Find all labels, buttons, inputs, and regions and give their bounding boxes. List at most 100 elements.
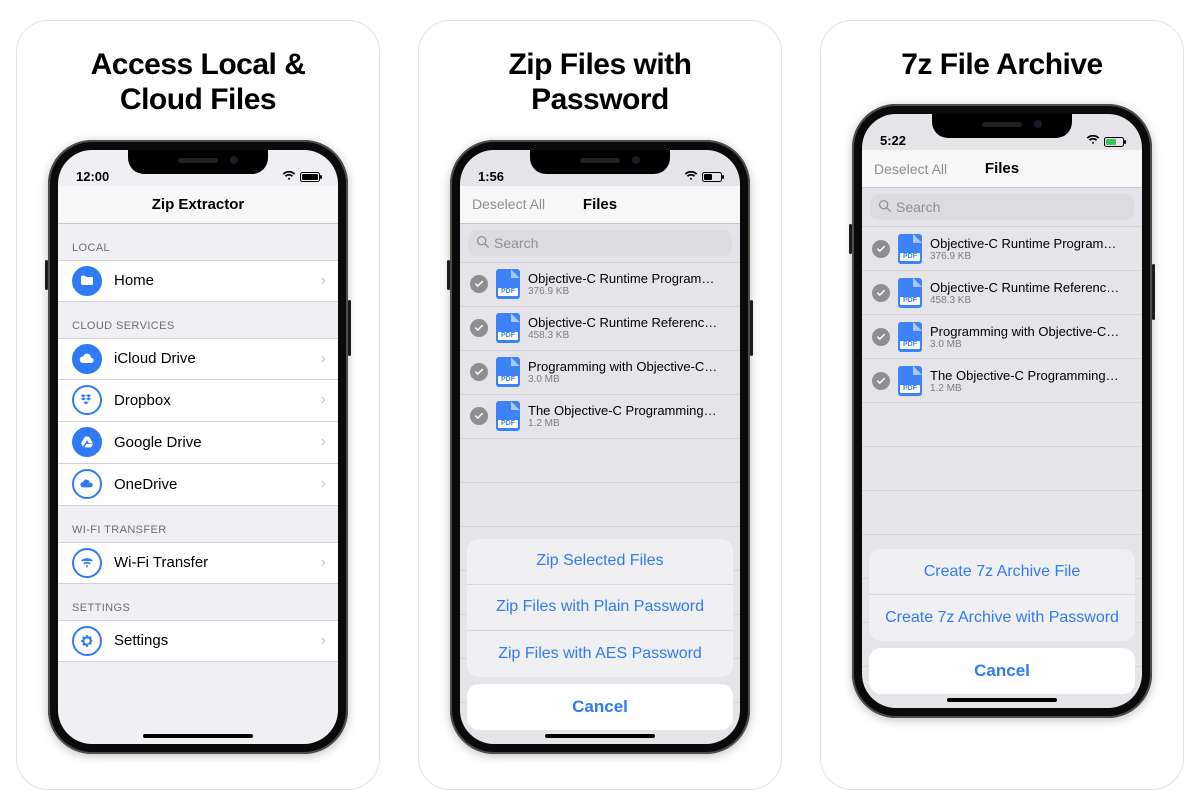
nav-bar: Deselect All Files — [460, 186, 740, 224]
pdf-icon — [898, 278, 922, 308]
search-bar: Search — [460, 224, 740, 263]
row-icloud[interactable]: iCloud Drive › — [58, 338, 338, 380]
row-dropbox[interactable]: Dropbox › — [58, 380, 338, 422]
file-size: 1.2 MB — [528, 418, 718, 429]
status-time: 1:56 — [478, 169, 504, 184]
check-icon[interactable] — [872, 284, 890, 302]
row-onedrive[interactable]: OneDrive › — [58, 464, 338, 506]
deselect-all-button[interactable]: Deselect All — [874, 161, 947, 177]
gear-icon — [72, 626, 102, 656]
nav-bar: Zip Extractor — [58, 186, 338, 224]
file-size: 458.3 KB — [528, 330, 718, 341]
search-placeholder: Search — [896, 199, 940, 215]
action-sheet-group: Zip Selected Files Zip Files with Plain … — [467, 539, 733, 677]
section-header-local: LOCAL — [58, 224, 338, 260]
row-label: Settings — [114, 632, 168, 649]
zip-plain-password-button[interactable]: Zip Files with Plain Password — [467, 585, 733, 631]
row-wifi-transfer[interactable]: Wi-Fi Transfer › — [58, 542, 338, 584]
chevron-right-icon: › — [321, 632, 326, 650]
panel-title: 7z File Archive — [901, 47, 1102, 82]
create-7z-button[interactable]: Create 7z Archive File — [869, 549, 1135, 595]
file-row[interactable]: Programming with Objective-C.pdf 3.0 MB — [460, 351, 740, 395]
pdf-icon — [496, 269, 520, 299]
settings-list[interactable]: LOCAL Home › CLOUD SERVICES iCloud Drive… — [58, 224, 338, 744]
notch — [932, 114, 1072, 138]
status-time: 5:22 — [880, 133, 906, 148]
file-name: Objective-C Runtime Reference.pdf — [528, 315, 718, 330]
nav-title: Zip Extractor — [152, 196, 245, 213]
device-frame: 12:00 Zip Extractor LOCAL H — [48, 140, 348, 754]
cancel-button[interactable]: Cancel — [467, 684, 733, 730]
file-row[interactable]: The Objective-C Programming Lan... 1.2 M… — [460, 395, 740, 439]
file-name: Programming with Objective-C.pdf — [528, 359, 718, 374]
file-size: 458.3 KB — [930, 295, 1120, 306]
folder-icon — [72, 266, 102, 296]
file-name: Programming with Objective-C.pdf — [930, 324, 1120, 339]
chevron-right-icon: › — [321, 391, 326, 409]
file-row[interactable]: Objective-C Runtime Reference.pdf 458.3 … — [862, 271, 1142, 315]
nav-title: Files — [985, 160, 1019, 177]
check-icon[interactable] — [872, 240, 890, 258]
file-name: The Objective-C Programming Lan... — [528, 403, 718, 418]
cloud-icon — [72, 344, 102, 374]
file-name: Objective-C Runtime Programmin... — [930, 236, 1120, 251]
battery-icon — [702, 172, 722, 182]
file-row[interactable]: Objective-C Runtime Programmin... 376.9 … — [460, 263, 740, 307]
screen: 1:56 Deselect All Files Search — [460, 150, 740, 744]
nav-bar: Deselect All Files — [862, 150, 1142, 188]
wifi-transfer-icon — [72, 548, 102, 578]
pdf-icon — [496, 357, 520, 387]
zip-aes-password-button[interactable]: Zip Files with AES Password — [467, 631, 733, 677]
chevron-right-icon: › — [321, 554, 326, 572]
panel-local-cloud: Access Local & Cloud Files 12:00 Zip Ext… — [16, 20, 380, 790]
home-indicator[interactable] — [545, 734, 655, 738]
search-input[interactable]: Search — [468, 230, 732, 256]
row-label: OneDrive — [114, 476, 177, 493]
home-indicator[interactable] — [143, 734, 253, 738]
check-icon[interactable] — [470, 407, 488, 425]
check-icon[interactable] — [470, 275, 488, 293]
create-7z-password-button[interactable]: Create 7z Archive with Password — [869, 595, 1135, 641]
file-size: 376.9 KB — [930, 251, 1120, 262]
search-input[interactable]: Search — [870, 194, 1134, 220]
check-icon[interactable] — [470, 319, 488, 337]
chevron-right-icon: › — [321, 433, 326, 451]
device-frame: 5:22 Deselect All Files Search — [852, 104, 1152, 718]
check-icon[interactable] — [470, 363, 488, 381]
cancel-button[interactable]: Cancel — [869, 648, 1135, 694]
file-row[interactable]: Programming with Objective-C.pdf 3.0 MB — [862, 315, 1142, 359]
row-gdrive[interactable]: Google Drive › — [58, 422, 338, 464]
check-icon[interactable] — [872, 328, 890, 346]
file-size: 3.0 MB — [528, 374, 718, 385]
section-header-wifi: WI-FI TRANSFER — [58, 506, 338, 542]
zip-selected-button[interactable]: Zip Selected Files — [467, 539, 733, 585]
file-name: The Objective-C Programming Lan... — [930, 368, 1120, 383]
dropbox-icon — [72, 385, 102, 415]
file-row[interactable]: The Objective-C Programming Lan... 1.2 M… — [862, 359, 1142, 403]
pdf-icon — [898, 234, 922, 264]
battery-icon — [300, 172, 320, 182]
panel-title: Access Local & Cloud Files — [91, 47, 306, 118]
search-icon — [878, 199, 891, 215]
file-name: Objective-C Runtime Reference.pdf — [930, 280, 1120, 295]
nav-title: Files — [583, 196, 617, 213]
battery-icon — [1104, 137, 1124, 147]
search-bar: Search — [862, 188, 1142, 227]
file-row[interactable]: Objective-C Runtime Reference.pdf 458.3 … — [460, 307, 740, 351]
onedrive-icon — [72, 469, 102, 499]
deselect-all-button[interactable]: Deselect All — [472, 196, 545, 212]
screen: 12:00 Zip Extractor LOCAL H — [58, 150, 338, 744]
row-label: Google Drive — [114, 434, 202, 451]
file-row[interactable]: Objective-C Runtime Programmin... 376.9 … — [862, 227, 1142, 271]
row-home[interactable]: Home › — [58, 260, 338, 302]
row-settings[interactable]: Settings › — [58, 620, 338, 662]
home-indicator[interactable] — [947, 698, 1057, 702]
search-placeholder: Search — [494, 235, 538, 251]
panel-zip-password: Zip Files with Password 1:56 Deselect Al… — [418, 20, 782, 790]
check-icon[interactable] — [872, 372, 890, 390]
panel-7z-archive: 7z File Archive 5:22 Deselect All Files — [820, 20, 1184, 790]
row-label: Dropbox — [114, 392, 171, 409]
file-size: 1.2 MB — [930, 383, 1120, 394]
panel-title: Zip Files with Password — [508, 47, 691, 118]
gdrive-icon — [72, 427, 102, 457]
